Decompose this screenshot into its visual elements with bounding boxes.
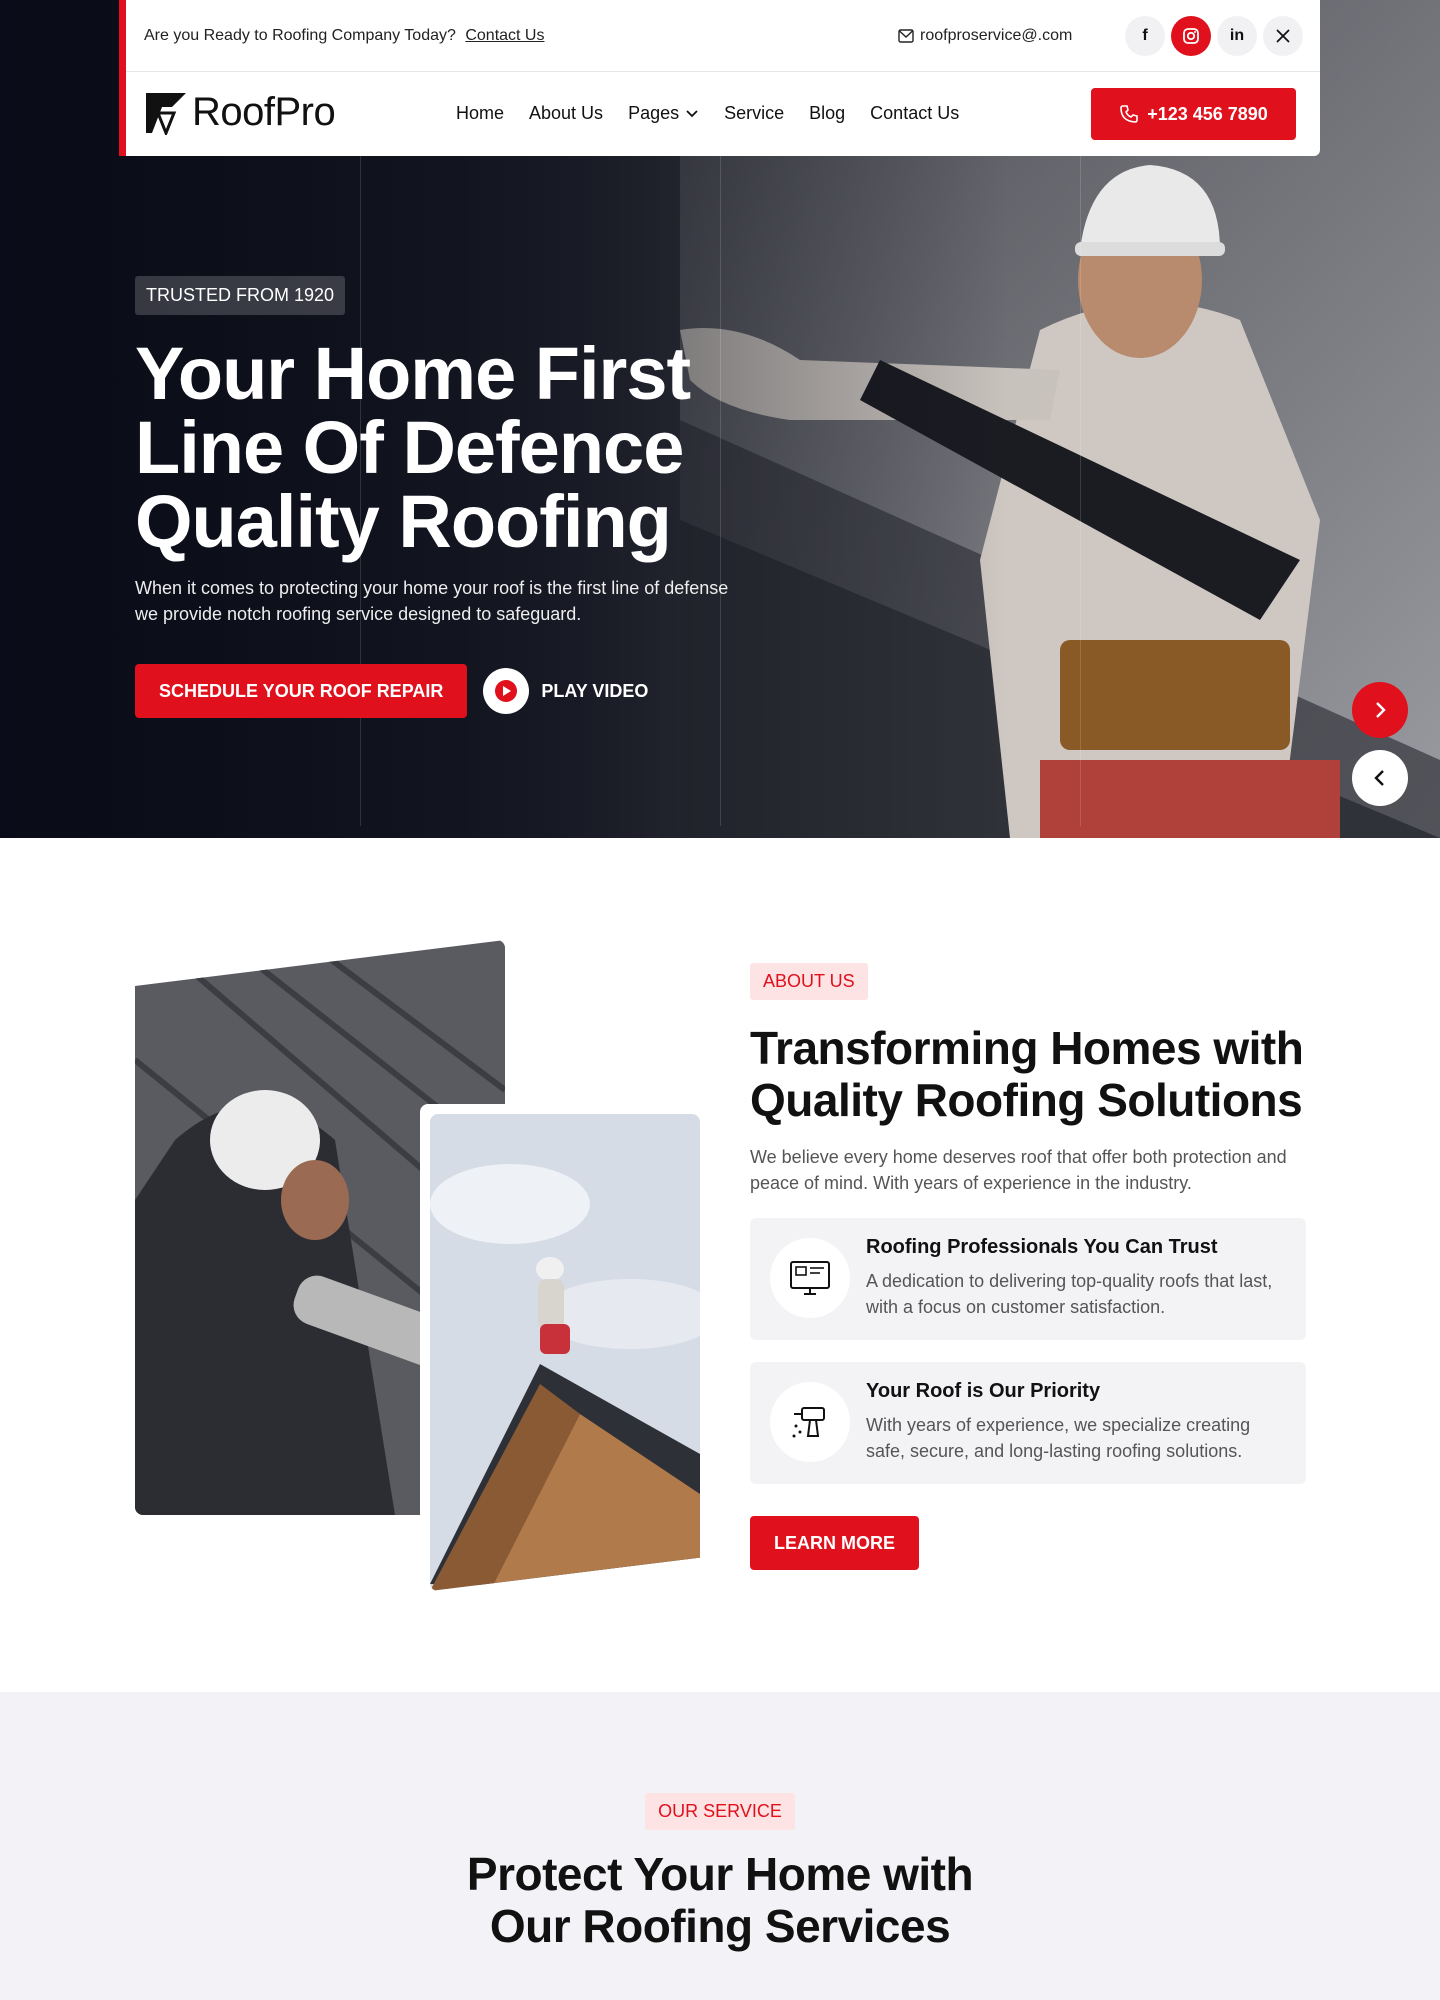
about-description: We believe every home deserves roof that… xyxy=(750,1147,1287,1193)
chevron-left-icon xyxy=(1374,770,1384,786)
service-title: Protect Your Home with Our Roofing Servi… xyxy=(0,1848,1440,1952)
nav-contact-us[interactable]: Contact Us xyxy=(870,103,959,124)
site-logo[interactable]: RoofPro xyxy=(144,90,336,135)
feature-card: Your Roof is Our Priority With years of … xyxy=(750,1362,1306,1484)
service-section: OUR SERVICE Protect Your Home with Our R… xyxy=(0,1692,1440,2000)
slider-prev-button[interactable] xyxy=(1352,750,1408,806)
logo-text: RoofPro xyxy=(192,90,336,134)
top-bar: Are you Ready to Roofing Company Today? … xyxy=(126,0,1320,72)
email-text: roofproservice@.com xyxy=(920,27,1073,44)
hero-actions: SCHEDULE YOUR ROOF REPAIR PLAY VIDEO xyxy=(135,664,648,718)
about-badge: ABOUT US xyxy=(750,963,868,1000)
feature-title: Your Roof is Our Priority xyxy=(866,1380,1101,1402)
logo-mark-icon xyxy=(146,92,186,135)
schedule-repair-button[interactable]: SCHEDULE YOUR ROOF REPAIR xyxy=(135,664,468,718)
topbar-prompt-text: Are you Ready to Roofing Company Today? xyxy=(144,27,456,44)
feature-title: Roofing Professionals You Can Trust xyxy=(866,1236,1218,1258)
hero-badge: TRUSTED FROM 1920 xyxy=(135,276,346,315)
roofer-hammering-image xyxy=(430,1114,700,1591)
main-nav: Home About Us Pages Service Blog Contact… xyxy=(456,103,959,124)
x-icon[interactable] xyxy=(1263,16,1303,56)
about-text: ABOUT US Transforming Homes with Quality… xyxy=(750,963,1310,1570)
topbar-contact-link[interactable]: Contact Us xyxy=(465,27,544,44)
service-badge: OUR SERVICE xyxy=(645,1793,795,1830)
nav-home[interactable]: Home xyxy=(456,103,504,124)
social-links: f in xyxy=(1125,16,1303,56)
instagram-icon[interactable] xyxy=(1171,16,1211,56)
feature-description: With years of experience, we specialize … xyxy=(866,1415,1251,1461)
linkedin-icon[interactable]: in xyxy=(1217,16,1257,56)
nav-pages-label: Pages xyxy=(628,103,680,123)
drill-icon xyxy=(770,1382,850,1462)
chevron-down-icon xyxy=(686,109,698,117)
play-video-button[interactable]: PLAY VIDEO xyxy=(483,668,648,714)
phone-number: +123 456 7890 xyxy=(1147,103,1268,124)
hero-content: TRUSTED FROM 1920 Your Home First Line O… xyxy=(135,276,735,627)
phone-icon xyxy=(1120,105,1138,123)
topbar-prompt: Are you Ready to Roofing Company Today? … xyxy=(144,27,544,45)
feature-card: Roofing Professionals You Can Trust A de… xyxy=(750,1218,1306,1340)
monitor-icon xyxy=(770,1238,850,1318)
hero-description: When it comes to protecting your home yo… xyxy=(135,578,729,624)
feature-description: A dedication to delivering top-quality r… xyxy=(866,1271,1273,1317)
chevron-right-icon xyxy=(1376,702,1386,718)
topbar-email[interactable]: roofproservice@.com xyxy=(898,27,1072,45)
phone-button[interactable]: +123 456 7890 xyxy=(1091,88,1296,140)
nav-about-us[interactable]: About Us xyxy=(529,103,603,124)
nav-blog[interactable]: Blog xyxy=(809,103,845,124)
hero-title: Your Home First Line Of Defence Quality … xyxy=(135,332,691,563)
learn-more-button[interactable]: LEARN MORE xyxy=(750,1516,919,1570)
play-video-label: PLAY VIDEO xyxy=(541,680,649,701)
mail-icon xyxy=(898,29,914,43)
play-icon xyxy=(483,668,530,714)
facebook-icon[interactable]: f xyxy=(1125,16,1165,56)
nav-pages[interactable]: Pages xyxy=(628,103,699,124)
service-title-text: Protect Your Home with Our Roofing Servi… xyxy=(466,1848,974,1952)
site-header: Are you Ready to Roofing Company Today? … xyxy=(119,0,1320,156)
about-title: Transforming Homes with Quality Roofing … xyxy=(750,1022,1304,1126)
slider-next-button[interactable] xyxy=(1352,682,1408,738)
nav-service[interactable]: Service xyxy=(724,103,784,124)
